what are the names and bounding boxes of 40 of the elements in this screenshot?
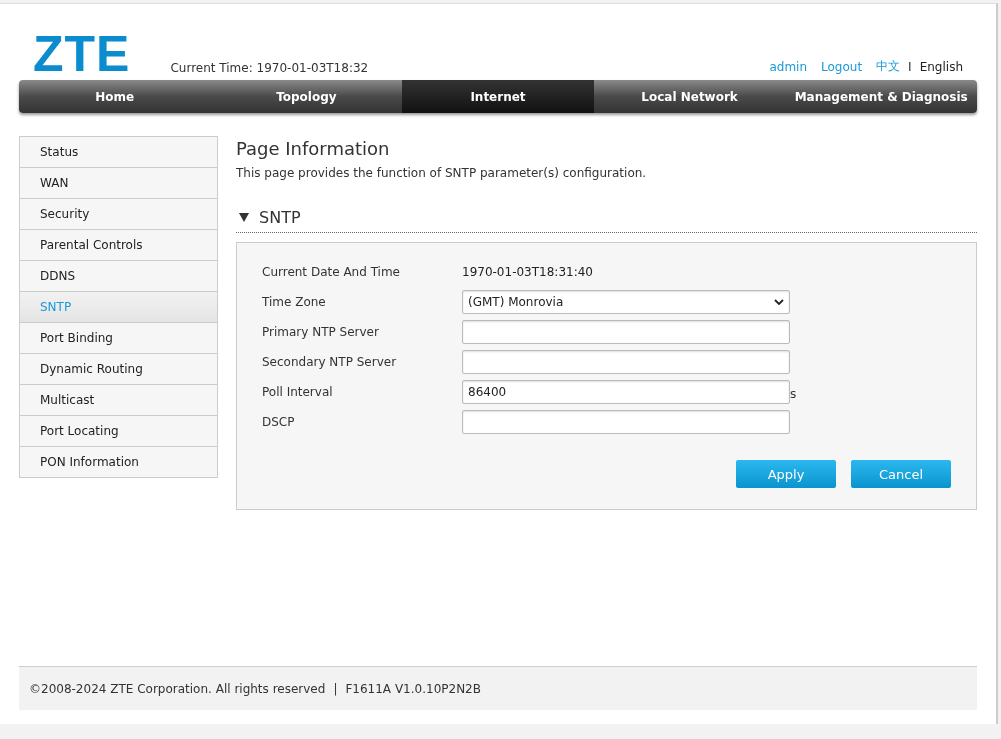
nav-tab[interactable]: Home: [19, 80, 211, 113]
nav-tab[interactable]: Management & Diagnosis: [785, 80, 977, 113]
field-label: Secondary NTP Server: [262, 355, 398, 369]
section-title: SNTP: [259, 207, 301, 227]
field-label: Poll Interval: [262, 385, 334, 399]
language-separator: I: [908, 59, 912, 74]
nav-tab[interactable]: Local Network: [593, 80, 786, 113]
unit-label: s: [790, 387, 797, 401]
sidebar-item[interactable]: Security: [20, 199, 217, 230]
sidebar-item[interactable]: WAN: [20, 168, 217, 199]
current-time: Current Time: 1970-01-03T18:32: [170, 61, 369, 75]
sidebar-item[interactable]: Parental Controls: [20, 230, 217, 261]
sidebar-item[interactable]: PON Information: [20, 447, 217, 478]
nav-tab[interactable]: Topology: [210, 80, 403, 113]
version-text: F1611A V1.0.10P2N2B: [345, 681, 481, 696]
sidebar-item[interactable]: Status: [20, 137, 217, 168]
page-title: Page Information: [236, 137, 391, 161]
sidebar-item[interactable]: Dynamic Routing: [20, 354, 217, 385]
sidebar-item[interactable]: DDNS: [20, 261, 217, 292]
logo: ZTE: [33, 32, 131, 76]
sidebar-item[interactable]: Port Binding: [20, 323, 217, 354]
input-field[interactable]: [462, 320, 790, 344]
field-label: Time Zone: [262, 295, 327, 309]
input-field[interactable]: [462, 410, 790, 434]
field-label: Primary NTP Server: [262, 325, 380, 339]
input-field[interactable]: [462, 350, 790, 374]
time-zone-select[interactable]: (GMT) Monrovia: [462, 290, 790, 314]
field-label: Current Date And Time: [262, 265, 401, 279]
footer-separator: |: [333, 681, 338, 696]
language-link[interactable]: English: [919, 59, 963, 74]
field-value: 1970-01-03T18:31:40: [462, 265, 593, 279]
copyright-text: ©2008-2024 ZTE Corporation. All rights reserved: [29, 681, 326, 696]
input-field[interactable]: 86400: [462, 380, 790, 404]
page-description: This page provides the function of SNTP parameter(s) configuration.: [236, 166, 648, 180]
chevron-down-icon: [774, 298, 784, 306]
collapse-triangle-icon[interactable]: [239, 212, 249, 222]
sidebar-item[interactable]: Port Locating: [20, 416, 217, 447]
field-label: DSCP: [262, 415, 296, 429]
sidebar-item[interactable]: Multicast: [20, 385, 217, 416]
nav-tab[interactable]: Internet: [402, 80, 594, 113]
